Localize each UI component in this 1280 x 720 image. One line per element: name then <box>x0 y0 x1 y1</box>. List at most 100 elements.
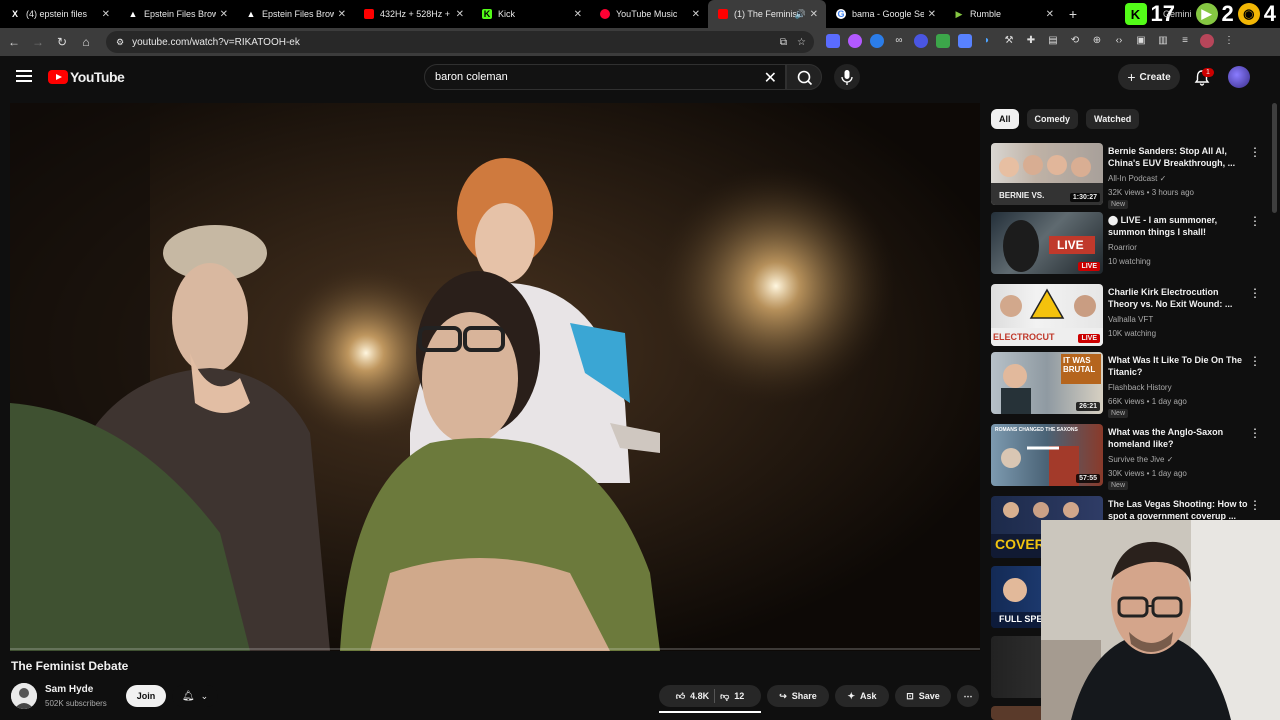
recommendation-title[interactable]: ⬤ LIVE - I am summoner, summon things I … <box>1108 214 1250 238</box>
youtube-music-icon <box>600 9 610 19</box>
drive-icon: ▲ <box>246 9 256 19</box>
rumble-icon[interactable]: ▶ <box>1195 3 1218 25</box>
recommendation-item[interactable]: ROMANS CHANGED THE SAXONS 57:55 What was… <box>991 424 1271 490</box>
ext-icon[interactable] <box>848 34 862 48</box>
close-icon[interactable]: ✕ <box>928 9 936 20</box>
ext-icon[interactable] <box>936 34 950 48</box>
recommendation-item[interactable]: BERNIE VS. 1:30:27 Bernie Sanders: Stop … <box>991 143 1271 209</box>
close-icon[interactable]: ✕ <box>574 9 582 20</box>
ask-button[interactable]: ✦ Ask <box>835 685 889 707</box>
ext-icon[interactable]: ∞ <box>892 34 906 48</box>
ext-icon[interactable] <box>958 34 972 48</box>
thumbnail-caption: LIVE <box>1057 238 1084 252</box>
join-button[interactable]: Join <box>126 685 166 707</box>
close-icon[interactable]: ✕ <box>692 9 700 20</box>
sidebar-icon[interactable]: ▥ <box>1156 34 1170 48</box>
voice-search-button[interactable] <box>834 64 860 90</box>
close-icon[interactable]: ✕ <box>1046 9 1054 20</box>
create-button[interactable]: + Create <box>1118 64 1180 90</box>
site-info-icon[interactable]: ⚙ <box>116 37 124 48</box>
ext-icon[interactable] <box>826 34 840 48</box>
like-button[interactable]: 👍︎ 4.8K <box>676 691 709 702</box>
recommendation-title[interactable]: The Las Vegas Shooting: How to spot a go… <box>1108 498 1250 522</box>
ext-icon[interactable] <box>914 34 928 48</box>
ext-icon[interactable]: ◗ <box>980 34 994 48</box>
browser-tab[interactable]: 432Hz + 528Hz + 7 ✕ <box>354 0 472 28</box>
kebab-menu-icon[interactable]: ⋮ <box>1249 498 1261 512</box>
ext-icon[interactable]: ⚒ <box>1002 34 1016 48</box>
address-bar[interactable]: ⚙ youtube.com/watch?v=RIKATOOH-ek ⧉ ☆ <box>106 31 814 53</box>
hamburger-menu-icon[interactable] <box>16 68 32 84</box>
more-actions-button[interactable]: ⋯ <box>957 685 979 707</box>
puzzle-icon[interactable]: ✚ <box>1024 34 1038 48</box>
kebab-menu-icon[interactable]: ⋮ <box>1249 426 1261 440</box>
kebab-menu-icon[interactable]: ⋮ <box>1249 214 1261 228</box>
channel-avatar[interactable] <box>11 683 37 709</box>
video-player[interactable] <box>10 103 980 651</box>
ext-icon[interactable]: ▤ <box>1046 34 1060 48</box>
devtools-icon[interactable]: ‹› <box>1112 34 1126 48</box>
browser-tab[interactable]: ▶ Rumble ✕ <box>944 0 1062 28</box>
video-thumbnail[interactable]: ELECTROCUT LIVE <box>991 284 1103 346</box>
recommendation-item[interactable]: ELECTROCUT LIVE Charlie Kirk Electrocuti… <box>991 284 1271 346</box>
install-icon[interactable]: ⧉ <box>780 37 787 48</box>
reload-icon[interactable]: ↻ <box>50 35 74 49</box>
gemini-tab-label[interactable]: Gemini <box>1163 9 1192 19</box>
recommendation-title[interactable]: What Was It Like To Die On The Titanic? <box>1108 354 1250 378</box>
ext-face-icon[interactable]: ◉ <box>1237 3 1260 25</box>
video-thumbnail[interactable]: BERNIE VS. 1:30:27 <box>991 143 1103 205</box>
close-icon[interactable]: ✕ <box>102 9 110 20</box>
ext-icon[interactable]: ≡ <box>1178 34 1192 48</box>
recommendation-title[interactable]: Charlie Kirk Electrocution Theory vs. No… <box>1108 286 1250 310</box>
search-button[interactable] <box>786 64 822 90</box>
forward-icon[interactable]: → <box>26 35 50 49</box>
kebab-menu-icon[interactable]: ⋮ <box>1249 354 1261 368</box>
browser-tab[interactable]: X (4) epstein files ✕ <box>0 0 118 28</box>
browser-tab[interactable]: ▲Epstein Files Browse✕ <box>236 0 354 28</box>
new-tab-button[interactable]: + <box>1062 6 1084 22</box>
speaker-icon[interactable]: 🔊 <box>795 9 806 20</box>
bookmark-star-icon[interactable]: ☆ <box>797 37 806 48</box>
subscription-bell-button[interactable]: 🔔︎ ⌄ <box>172 685 218 707</box>
browser-tab[interactable]: Gbama - Google Sea ✕ <box>826 0 944 28</box>
ext-icon[interactable]: ⊕ <box>1090 34 1104 48</box>
video-thumbnail[interactable]: ROMANS CHANGED THE SAXONS 57:55 <box>991 424 1103 486</box>
youtube-logo[interactable]: YouTube <box>48 69 125 85</box>
kick-icon[interactable]: K <box>1124 3 1147 25</box>
history-icon[interactable]: ⟲ <box>1068 34 1082 48</box>
browser-tab[interactable]: K Kick ✕ <box>472 0 590 28</box>
video-thumbnail[interactable]: LIVE LIVE <box>991 212 1103 274</box>
video-progress-bar[interactable] <box>10 648 980 650</box>
home-icon[interactable]: ⌂ <box>74 35 98 49</box>
clear-search-icon[interactable]: ✕ <box>764 68 777 88</box>
back-icon[interactable]: ← <box>2 35 26 49</box>
save-button[interactable]: ⊡ Save <box>895 685 951 707</box>
share-button[interactable]: ↪ Share <box>767 685 829 707</box>
browser-tab[interactable]: ▲Epstein Files Browse✕ <box>118 0 236 28</box>
recommendation-title[interactable]: Bernie Sanders: Stop All AI, China's EUV… <box>1108 145 1250 169</box>
close-icon[interactable]: ✕ <box>810 9 818 20</box>
kebab-menu-icon[interactable]: ⋮ <box>1249 286 1261 300</box>
ext-icon[interactable]: ▣ <box>1134 34 1148 48</box>
search-input[interactable]: baron coleman ✕ <box>424 64 786 90</box>
close-icon[interactable]: ✕ <box>220 9 228 20</box>
chip-comedy[interactable]: Comedy <box>1026 109 1079 129</box>
browser-tab[interactable]: YouTube Music ✕ <box>590 0 708 28</box>
account-avatar[interactable] <box>1228 66 1250 88</box>
recommendation-title[interactable]: What was the Anglo-Saxon homeland like? <box>1108 426 1250 450</box>
chip-watched[interactable]: Watched <box>1086 109 1140 129</box>
profile-icon[interactable] <box>1200 34 1214 48</box>
video-thumbnail[interactable]: IT WAS BRUTAL 26:21 <box>991 352 1103 414</box>
sidebar-scrollbar[interactable] <box>1272 103 1277 213</box>
kebab-menu-icon[interactable]: ⋮ <box>1249 145 1261 159</box>
channel-name[interactable]: Sam Hyde <box>45 684 93 695</box>
recommendation-item[interactable]: LIVE LIVE ⬤ LIVE - I am summoner, summon… <box>991 212 1271 274</box>
close-icon[interactable]: ✕ <box>338 9 346 20</box>
dislike-button[interactable]: 👎︎ 12 <box>720 691 744 702</box>
browser-menu-icon[interactable]: ⋮ <box>1222 34 1236 48</box>
chip-all[interactable]: All <box>991 109 1019 129</box>
browser-tab-active[interactable]: (1) The Feminist 🔊 ✕ <box>708 0 826 28</box>
close-icon[interactable]: ✕ <box>456 9 464 20</box>
recommendation-item[interactable]: IT WAS BRUTAL 26:21 What Was It Like To … <box>991 352 1271 418</box>
ext-icon[interactable] <box>870 34 884 48</box>
